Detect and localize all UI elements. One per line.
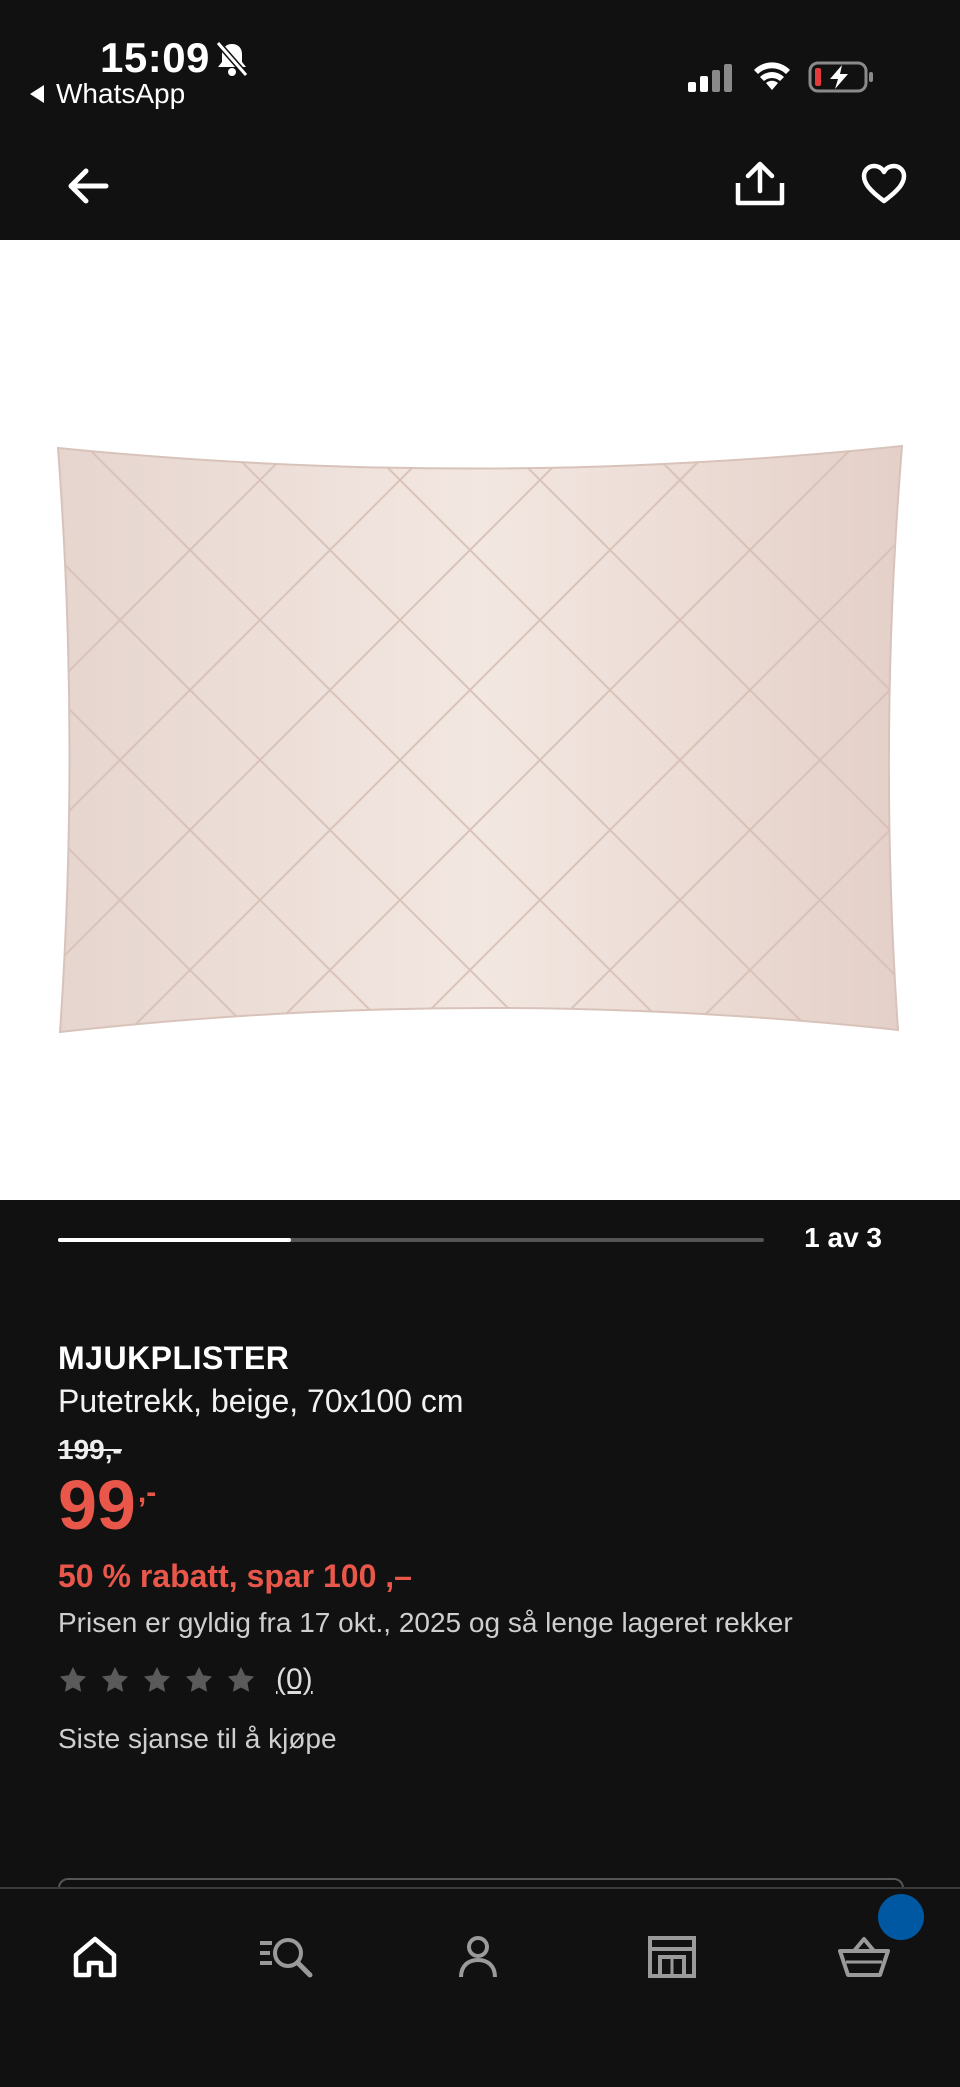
current-price: 99 ,- xyxy=(58,1470,918,1540)
reviews-link[interactable]: (0) xyxy=(276,1663,313,1697)
star-icon xyxy=(59,1666,87,1692)
product-description: Putetrekk, beige, 70x100 cm xyxy=(58,1383,464,1419)
bell-muted-icon xyxy=(215,41,249,77)
cart-icon xyxy=(838,1937,890,1977)
store-icon xyxy=(648,1936,696,1978)
price-validity: Prisen er gyldig fra 17 okt., 2025 og så… xyxy=(58,1607,793,1638)
status-bar: 15:09 WhatsApp xyxy=(0,0,960,118)
gallery-progress-fill xyxy=(58,1238,291,1242)
star-icon xyxy=(185,1666,213,1692)
star-icon xyxy=(101,1666,129,1692)
search-icon xyxy=(260,1938,313,1978)
star-icon xyxy=(227,1666,255,1692)
bottom-tab-bar xyxy=(0,1887,960,2087)
cart-badge xyxy=(878,1894,924,1940)
pillow-image xyxy=(56,444,904,1034)
wifi-icon xyxy=(754,62,790,90)
tab-search[interactable] xyxy=(246,1917,326,1997)
cellular-signal-icon xyxy=(688,64,732,92)
tab-store[interactable] xyxy=(632,1917,712,1997)
gallery-progress-track xyxy=(58,1238,764,1242)
old-price: 199,- xyxy=(58,1434,122,1465)
home-icon xyxy=(73,1936,117,1978)
gallery-counter: 1 av 3 xyxy=(804,1222,882,1253)
back-app-label: WhatsApp xyxy=(56,78,186,109)
back-to-app-link[interactable]: WhatsApp xyxy=(30,78,185,110)
product-name: MJUKPLISTER xyxy=(58,1340,290,1376)
availability-note: Siste sjanse til å kjøpe xyxy=(58,1723,337,1754)
tab-home[interactable] xyxy=(55,1917,135,1997)
arrow-left-icon xyxy=(68,168,109,204)
share-icon xyxy=(735,161,785,206)
heart-icon xyxy=(861,163,907,204)
top-navigation xyxy=(0,140,960,240)
status-time: 15:09 xyxy=(100,34,210,81)
rating-row: (0) xyxy=(58,1663,918,1697)
product-info: MJUKPLISTER Putetrekk, beige, 70x100 cm … xyxy=(58,1340,918,1755)
tab-profile[interactable] xyxy=(438,1917,518,1997)
image-pager: 1 av 3 xyxy=(0,1200,960,1280)
back-triangle-icon xyxy=(30,85,44,103)
battery-charging-icon xyxy=(808,61,873,93)
price-value: 99 xyxy=(58,1466,136,1544)
star-icon xyxy=(143,1666,171,1692)
profile-icon xyxy=(459,1936,497,1978)
back-button[interactable] xyxy=(58,156,118,216)
favorite-button[interactable] xyxy=(854,154,914,214)
discount-label: 50 % rabatt, spar 100 ,– xyxy=(58,1558,412,1594)
product-page: 15:09 WhatsApp 1 av 3 MJUKPLISTER Putetr… xyxy=(0,0,960,2087)
product-image[interactable] xyxy=(0,240,960,1200)
price-suffix: ,- xyxy=(137,1476,157,1509)
share-button[interactable] xyxy=(730,154,790,214)
